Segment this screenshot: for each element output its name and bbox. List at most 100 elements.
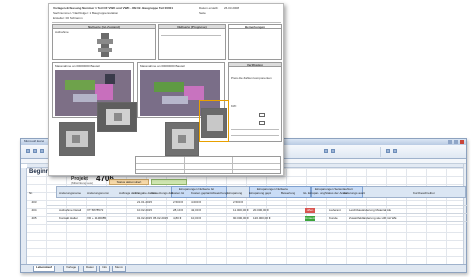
part-drawing-icon <box>97 33 113 57</box>
line <box>231 135 279 136</box>
status-badge: Umsetzung <box>305 216 321 221</box>
close-icon[interactable] <box>460 140 464 144</box>
minimize-icon[interactable] <box>448 140 452 144</box>
table-cell-v2[interactable]: 42,00 € <box>191 207 201 214</box>
column-header[interactable]: Einsparung <box>227 192 242 195</box>
column-header[interactable]: Kosten geplant <box>191 192 211 195</box>
table-cell-v4[interactable]: 11.000,00 € <box>233 207 249 214</box>
document-page: Vorlagen-Erfassung Nummer 1 Teil OF VWK … <box>48 3 284 176</box>
bottom-grid <box>135 156 281 174</box>
excel-app-title: Microsoft Excel <box>24 140 45 143</box>
find-icon[interactable] <box>393 149 397 153</box>
massnahme-left-label: Massnahme an 00000000 Bauteil <box>55 64 100 68</box>
sort-icon[interactable] <box>386 149 390 153</box>
paste-icon[interactable] <box>26 149 30 153</box>
sheet-tab-vorlage[interactable]: Vorlage <box>63 266 80 272</box>
doc-header-line3: Ersteller: 00 Schramm <box>53 16 83 20</box>
sheet-tab-bar: Lebenslauf Vorlage Daten Info Menü <box>21 264 466 272</box>
table-row[interactable]: 403 21.01.2015 2.500 € 4.000 € 2.500 € <box>31 199 468 206</box>
doc-header-line1: Vorlagen-Erfassung Nummer 1 Teil OF VWK … <box>53 6 174 10</box>
column-header[interactable]: Ist- Einspar- ungen <box>303 192 325 195</box>
table-row[interactable]: 404 Aufnahme Detail VT 5878572 10.02.2015 28… <box>31 207 468 214</box>
box-prognose-head: Nullserie (Prognose) <box>159 25 225 29</box>
table-cell-trigger[interactable]: Kunde <box>329 215 338 222</box>
table-cell-name[interactable]: Aufnahme Detail <box>59 207 81 214</box>
status-tab-green[interactable] <box>151 179 187 185</box>
status-badge: offen <box>305 208 315 213</box>
column-header[interactable]: Kurzbeschreibung <box>413 192 435 195</box>
box-verifikation-head: Verifikation <box>229 63 281 67</box>
table-cell-v5[interactable]: 120.000,00 € <box>253 215 271 222</box>
column-header[interactable]: Umsetzungs datum <box>151 192 173 195</box>
insert-cells-icon[interactable] <box>324 149 328 153</box>
box-bemerkungen: Bemerkungen <box>228 24 282 60</box>
line <box>136 169 280 170</box>
line <box>231 129 279 130</box>
column-header[interactable]: Änderungsname Kurzbezeichnung <box>59 192 81 195</box>
table-cell-v1[interactable]: 4,80 € <box>173 215 181 222</box>
band-label-2: Einsparungen Nullserie <box>257 187 289 191</box>
vertical-scrollbar[interactable] <box>463 164 466 264</box>
checkbox-icon[interactable] <box>259 113 265 117</box>
table-cell-desc[interactable]: Leichtbauänderung Material Alu <box>349 207 391 214</box>
row-number: 404 <box>31 208 37 212</box>
table-row[interactable]: 405 Kontakt Halter VD + 1130085 01.02.2015 0… <box>31 215 468 222</box>
copy-icon[interactable] <box>40 149 44 153</box>
table-cell-trigger[interactable]: Lieferant <box>329 207 341 214</box>
table-cell-v4[interactable]: 90.000,00 € <box>233 215 249 222</box>
table-cell-v1[interactable]: 2.500 € <box>173 199 183 206</box>
column-header[interactable]: Kosten Ist <box>171 192 184 195</box>
kw-label: KW: <box>231 104 237 108</box>
table-cell-v2[interactable]: 4.000 € <box>191 199 201 206</box>
doc-header-line2: Sachnummer / Nachfolger: 1 Baugruppenrel… <box>53 11 119 15</box>
column-header[interactable]: Nr. <box>29 192 33 195</box>
sheet-tab-lebenslauf[interactable]: Lebenslauf <box>33 266 55 272</box>
doc-page-label: Seite <box>199 11 206 15</box>
sheet-tab-menu[interactable]: Menü <box>112 266 126 272</box>
part-photo-2 <box>97 102 137 132</box>
box-bemerkungen-head: Bemerkungen <box>229 25 281 29</box>
table-cell-d3[interactable]: 05.02.2015 <box>153 215 168 222</box>
box-ist-zustand: Nullserie (Ist-Zustand) Aufnahme <box>52 24 156 60</box>
doc-date-value: 26.03.2008 <box>224 6 240 10</box>
table-cell-v5[interactable]: 20.000,00 € <box>253 207 269 214</box>
cut-icon[interactable] <box>33 149 37 153</box>
sheet-tab-info[interactable]: Info <box>99 266 111 272</box>
table-cell-v1[interactable]: 28,19 € <box>173 207 183 214</box>
table-cell-ident[interactable]: VT 5878572 <box>87 207 103 214</box>
aufnahme-label: Aufnahme <box>55 30 69 34</box>
box-verifikation: Verifikation Preis die Zahlen komponente… <box>228 62 282 142</box>
table-cell-v4[interactable]: 2.500 € <box>233 199 243 206</box>
column-header[interactable]: Bewertung <box>281 192 295 195</box>
column-header[interactable]: Abweichung <box>211 192 227 195</box>
sheet-tab-daten[interactable]: Daten <box>83 266 98 272</box>
maximize-icon[interactable] <box>454 140 458 144</box>
delete-cells-icon[interactable] <box>331 149 335 153</box>
table-cell-ident[interactable]: VD + 1130085 <box>87 215 106 222</box>
table-cell-name[interactable]: Kontakt Halter <box>59 215 78 222</box>
box-ist-zustand-head: Nullserie (Ist-Zustand) <box>53 25 155 29</box>
doc-divider <box>52 22 281 23</box>
checkbox-icon[interactable] <box>259 121 265 125</box>
row-number: 405 <box>31 216 37 220</box>
preis-label: Preis die Zahlen komponenten <box>231 76 272 80</box>
table-cell-v2[interactable]: 10,00 € <box>191 215 201 222</box>
line <box>232 157 233 173</box>
table-cell-desc[interactable]: Zusatzfeldänderung wie HR mit WE <box>349 215 397 222</box>
selection-highlight <box>199 100 229 142</box>
column-header[interactable]: Änderungs auslöser <box>343 192 365 195</box>
ribbon-group-editing <box>383 147 463 157</box>
row-number: 403 <box>31 200 37 204</box>
line <box>161 35 221 36</box>
table-cell-d2[interactable]: 21.01.2015 <box>137 199 152 206</box>
table-cell-d2[interactable]: 10.02.2015 <box>137 207 152 214</box>
column-header[interactable]: Einsparung geplant <box>249 192 271 195</box>
line <box>184 157 185 173</box>
table-cell-d2[interactable]: 01.02.2015 <box>137 215 152 222</box>
project-sublabel: (Mitwirkung aus) <box>71 182 94 185</box>
line <box>136 163 280 164</box>
status-tab[interactable]: Status akkumuliert <box>109 179 149 185</box>
column-header[interactable]: Änderungsnummer Teil/Ident <box>87 192 109 195</box>
massnahme-right-label: Massnahme an 00000000 Bauteil <box>140 64 185 68</box>
band-label-1: Einsparungen Nullserie Ist <box>179 187 215 191</box>
